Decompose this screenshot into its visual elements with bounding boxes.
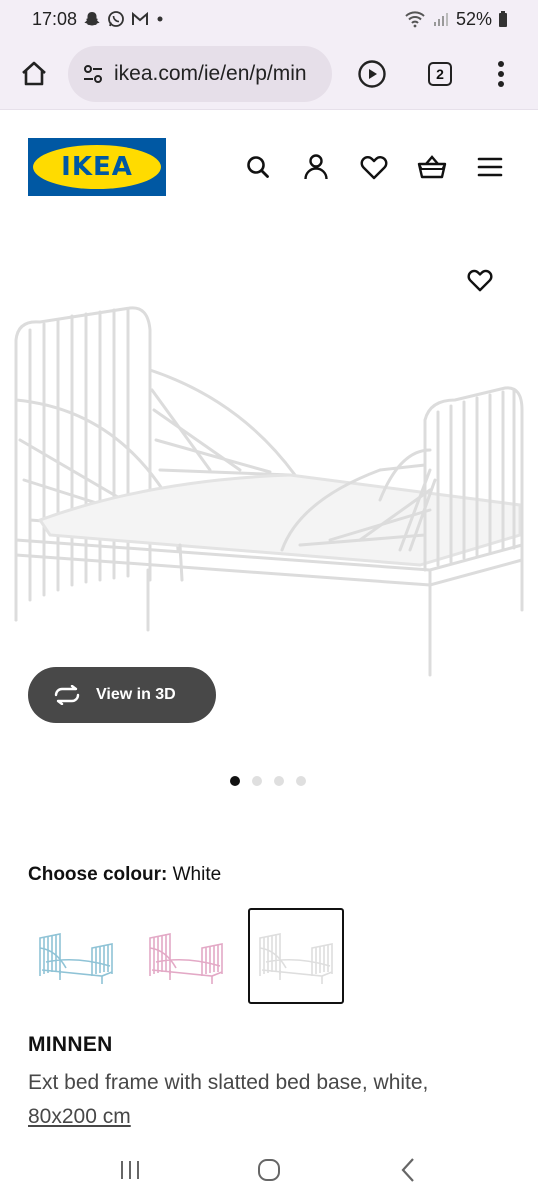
logo-text: IKEA — [61, 152, 133, 182]
product-description-text: Ext bed frame with slatted bed base, whi… — [28, 1071, 429, 1094]
product-name: MINNEN — [28, 1033, 113, 1056]
swatch-white[interactable] — [248, 908, 344, 1004]
system-nav-bar — [0, 1140, 538, 1200]
product-description: Ext bed frame with slatted bed base, whi… — [28, 1066, 508, 1134]
gallery-dot[interactable] — [296, 776, 306, 786]
home-icon — [22, 61, 46, 85]
status-right: 52% — [404, 9, 508, 30]
header-actions — [240, 149, 508, 185]
bed-thumbnail-pink — [149, 933, 223, 984]
recent-apps-button[interactable] — [110, 1150, 150, 1190]
status-time: 17:08 — [32, 8, 78, 29]
logo-oval: IKEA — [33, 145, 161, 189]
more-notifications-dot-icon — [155, 14, 165, 24]
bed-thumbnail-white — [259, 933, 333, 984]
view-in-3d-label: View in 3D — [96, 686, 176, 703]
product-gallery[interactable]: View in 3D — [0, 240, 538, 760]
swatch-light-blue[interactable] — [28, 908, 124, 1004]
favourites-button[interactable] — [356, 149, 392, 185]
view-in-3d-button[interactable]: View in 3D — [28, 667, 216, 723]
gallery-pagination[interactable] — [230, 776, 306, 786]
rotate-3d-icon — [54, 685, 80, 705]
gallery-dot[interactable] — [252, 776, 262, 786]
recent-apps-icon — [120, 1161, 139, 1179]
back-chevron-icon — [401, 1158, 415, 1182]
browser-menu-button[interactable] — [486, 54, 516, 94]
back-button[interactable] — [388, 1150, 428, 1190]
more-vertical-icon — [498, 60, 504, 87]
heart-icon — [360, 156, 388, 180]
bed-thumbnail-blue — [39, 933, 113, 984]
hamburger-icon — [477, 157, 503, 177]
whatsapp-icon — [107, 10, 125, 28]
status-left: 17:08 — [32, 9, 165, 30]
user-icon — [304, 154, 328, 180]
colour-swatches — [28, 908, 344, 1004]
heart-icon — [467, 269, 493, 292]
colour-chooser-label: Choose colour: White — [28, 864, 221, 886]
gallery-dot[interactable] — [230, 776, 240, 786]
site-settings-icon[interactable] — [82, 63, 104, 85]
play-circle-icon — [358, 59, 386, 88]
search-button[interactable] — [240, 149, 276, 185]
signal-icon — [432, 10, 450, 28]
tab-switcher-button[interactable]: 2 — [420, 54, 460, 94]
gallery-dot[interactable] — [274, 776, 284, 786]
colour-label-prefix: Choose colour: — [28, 864, 168, 885]
battery-percent: 52% — [455, 8, 492, 29]
product-image-bed — [14, 306, 524, 677]
swatch-pink[interactable] — [138, 908, 234, 1004]
snapchat-icon — [83, 10, 101, 28]
media-play-button[interactable] — [352, 54, 392, 94]
status-bar: 17:08 52% — [0, 0, 538, 38]
account-button[interactable] — [298, 149, 334, 185]
colour-selected-value: White — [172, 864, 222, 885]
site-header: IKEA — [0, 112, 538, 222]
product-size-link[interactable]: 80x200 cm — [28, 1105, 131, 1128]
home-nav-button[interactable] — [249, 1150, 289, 1190]
battery-icon — [498, 10, 508, 28]
gmail-icon — [131, 11, 149, 27]
tab-count: 2 — [428, 61, 452, 86]
add-to-favourites-button[interactable] — [462, 262, 498, 298]
home-button[interactable] — [14, 54, 54, 94]
home-circle-icon — [257, 1159, 280, 1181]
ikea-logo[interactable]: IKEA — [28, 138, 166, 196]
search-icon — [247, 156, 269, 178]
address-bar[interactable]: ikea.com/ie/en/p/min — [68, 45, 332, 102]
wifi-icon — [404, 10, 426, 28]
url-text: ikea.com/ie/en/p/min — [114, 61, 307, 85]
basket-icon — [417, 155, 447, 179]
site-menu-button[interactable] — [472, 149, 508, 185]
basket-button[interactable] — [414, 149, 450, 185]
browser-toolbar: ikea.com/ie/en/p/min 2 — [0, 38, 538, 110]
